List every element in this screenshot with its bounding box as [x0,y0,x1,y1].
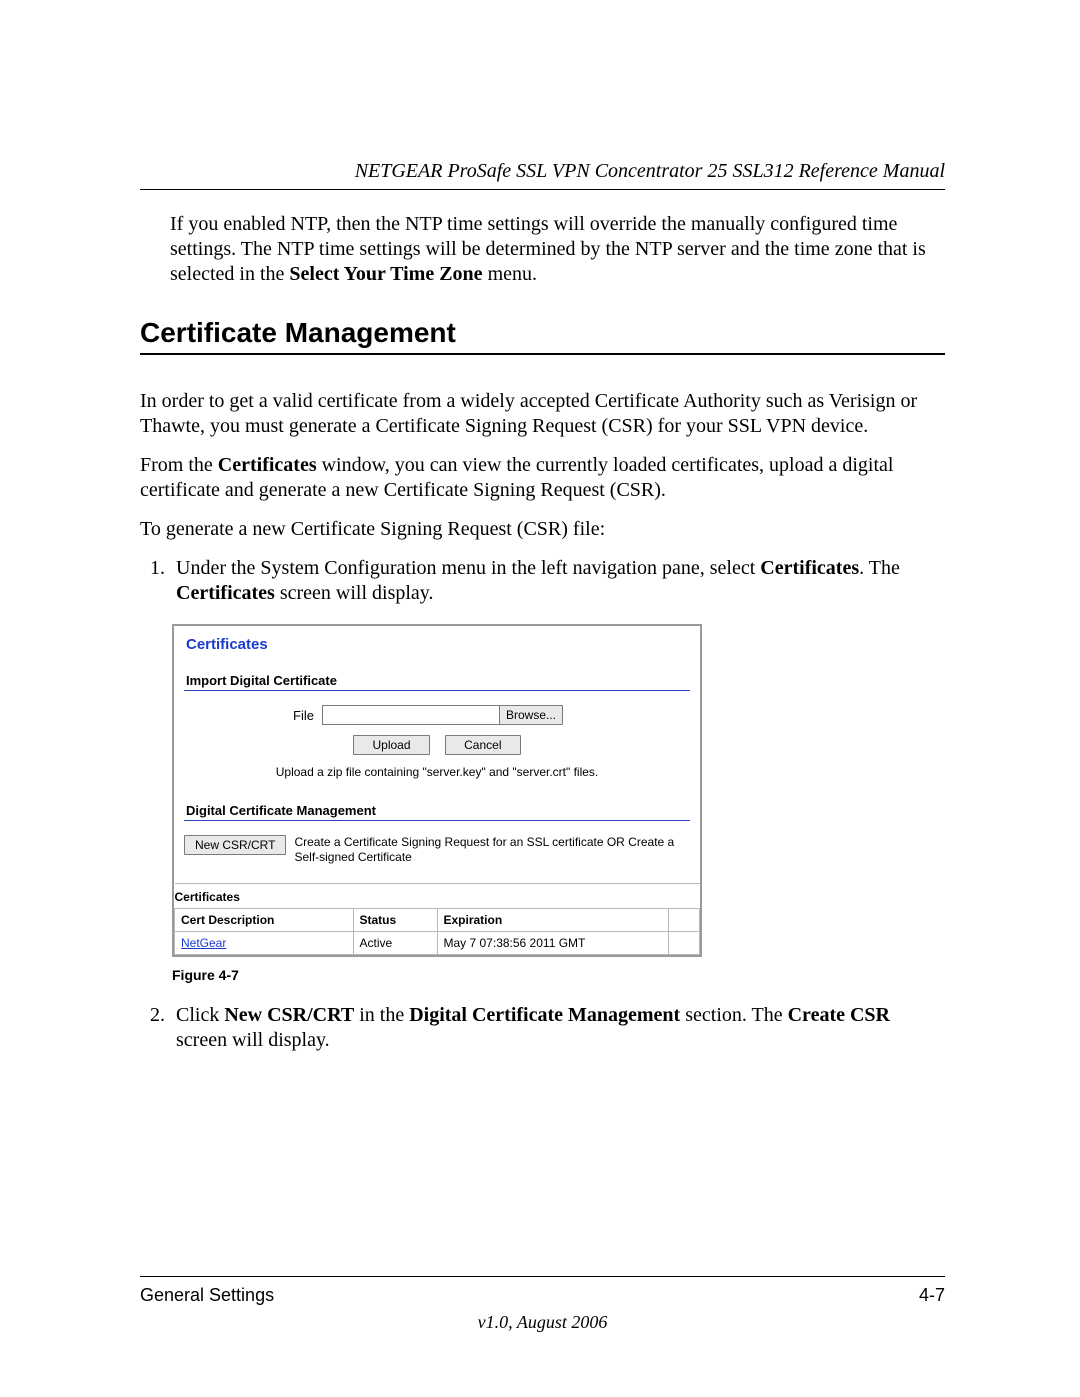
s2e: screen will display. [176,1029,330,1051]
new-csr-button[interactable]: New CSR/CRT [184,835,286,855]
s2a: Click [176,1004,224,1026]
step-2: Click New CSR/CRT in the Digital Certifi… [170,1003,945,1053]
figure-caption: Figure 4-7 [172,967,945,983]
body-p2a: From the [140,454,218,476]
page-footer: General Settings 4-7 v1.0, August 2006 [140,1276,945,1333]
s1b2: Certificates [176,582,275,604]
body-p2: From the Certificates window, you can vi… [140,453,945,503]
s2c: in the [354,1004,409,1026]
th-expiration: Expiration [437,909,668,932]
dcm-row: New CSR/CRT Create a Certificate Signing… [184,835,690,865]
s2b2: Digital Certificate Management [409,1004,680,1026]
footer-right: 4-7 [919,1285,945,1306]
section-rule [140,353,945,355]
header-rule [140,189,945,190]
table-header-row: Cert Description Status Expiration [175,909,700,932]
upload-button[interactable]: Upload [353,735,429,755]
intro-bold: Select Your Time Zone [289,263,482,285]
file-label: File [184,708,322,723]
body-p2-bold: Certificates [218,454,317,476]
body-p3: To generate a new Certificate Signing Re… [140,517,945,542]
steps-list: Under the System Configuration menu in t… [140,556,945,606]
cell-expiration: May 7 07:38:56 2011 GMT [437,932,668,955]
section-heading: Certificate Management [140,317,945,349]
footer-left: General Settings [140,1285,274,1306]
footer-rule [140,1276,945,1277]
file-row: File Browse... [184,705,690,725]
ui-title: Certificates [186,636,690,653]
cert-link[interactable]: NetGear [181,936,226,950]
s1c: . The [859,557,900,579]
upload-helper-text: Upload a zip file containing "server.key… [184,765,690,779]
table-section-label: Certificates [175,884,700,909]
steps-list-2: Click New CSR/CRT in the Digital Certifi… [140,1003,945,1053]
table-section-row: Certificates [175,884,700,909]
body-p1: In order to get a valid certificate from… [140,389,945,439]
intro-paragraph: If you enabled NTP, then the NTP time se… [170,212,945,287]
certificates-table: Certificates Cert Description Status Exp… [174,883,700,955]
cell-cert-description: NetGear [175,932,354,955]
intro-text-b: menu. [483,263,537,285]
running-header: NETGEAR ProSafe SSL VPN Concentrator 25 … [140,160,945,183]
s1d: screen will display. [275,582,434,604]
dcm-description: Create a Certificate Signing Request for… [286,835,690,865]
file-input[interactable] [322,705,500,725]
dcm-heading: Digital Certificate Management [186,803,690,818]
intro-text-a: If you enabled NTP, then the NTP time se… [170,213,926,285]
dcm-rule [184,820,690,821]
s1b1: Certificates [760,557,859,579]
import-rule [184,690,690,691]
browse-button[interactable]: Browse... [499,705,563,725]
upload-cancel-row: Upload Cancel [184,735,690,755]
th-status: Status [353,909,437,932]
import-heading: Import Digital Certificate [186,673,690,688]
s2b3: Create CSR [788,1004,890,1026]
cell-blank [668,932,700,955]
certificates-screenshot: Certificates Import Digital Certificate … [172,624,702,957]
cell-status: Active [353,932,437,955]
footer-version: v1.0, August 2006 [140,1312,945,1333]
s2b1: New CSR/CRT [224,1004,354,1026]
step-1: Under the System Configuration menu in t… [170,556,945,606]
th-cert-description: Cert Description [175,909,354,932]
th-blank [668,909,700,932]
s2d: section. The [680,1004,787,1026]
table-row: NetGear Active May 7 07:38:56 2011 GMT [175,932,700,955]
cancel-button[interactable]: Cancel [445,735,520,755]
s1a: Under the System Configuration menu in t… [176,557,760,579]
